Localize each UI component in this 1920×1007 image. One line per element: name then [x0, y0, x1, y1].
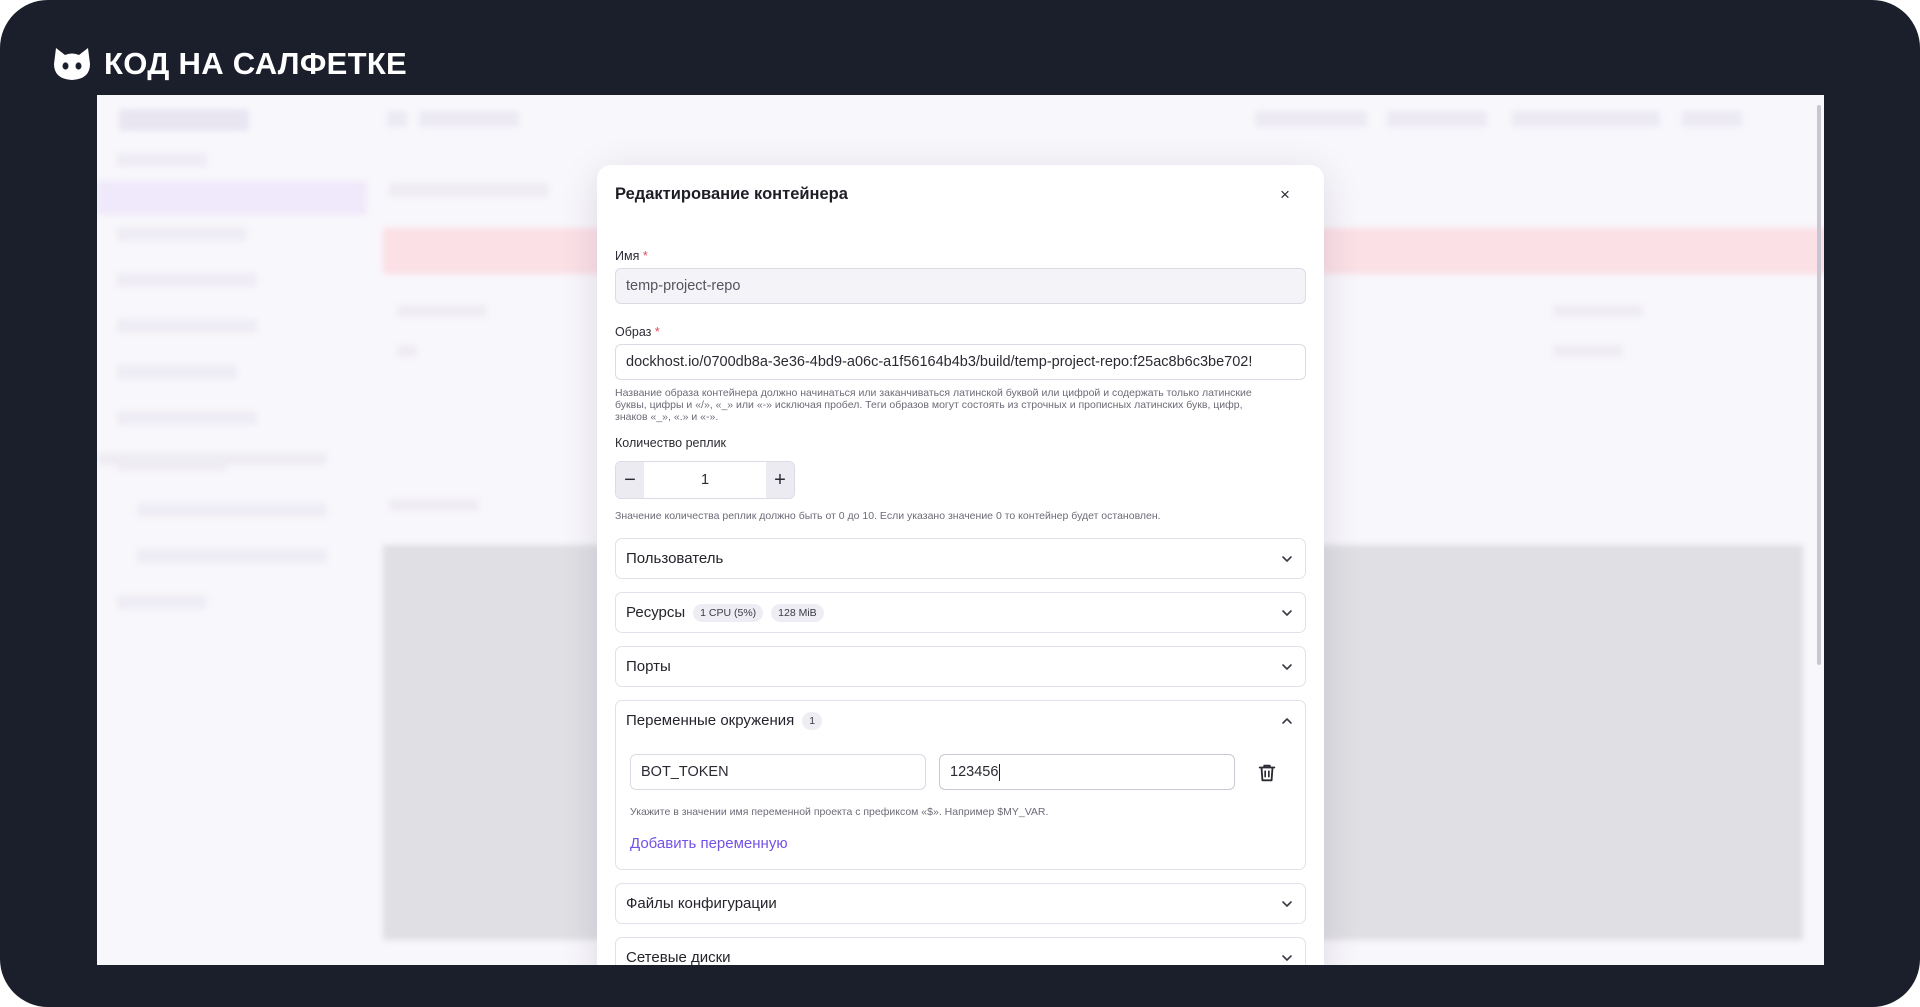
image-field[interactable]: dockhost.io/0700db8a-3e36-4bd9-a06c-a1f5… [615, 344, 1306, 380]
image-hint-line-3: знаков «_», «.» и «-». [615, 411, 719, 423]
image-hint-line-2: буквы, цифры и «/», «_» или «-» исключая… [615, 399, 1243, 411]
cpu-badge: 1 CPU (5%) [693, 603, 764, 622]
replicas-label: Количество реплик [615, 436, 727, 450]
name-label: Имя * [615, 249, 648, 263]
text-caret [999, 763, 1001, 781]
section-title: Порты [626, 658, 671, 675]
add-variable-link[interactable]: Добавить переменную [630, 835, 788, 852]
section-title: Файлы конфигурации [626, 895, 777, 912]
close-button[interactable]: × [1273, 183, 1297, 207]
page-scrollbar[interactable] [1817, 105, 1821, 665]
brand-name: КОД НА САЛФЕТКЕ [104, 46, 408, 81]
section-env: Переменные окружения 1 BOT_TOKEN 123456 … [615, 700, 1306, 870]
presentation-frame: КОД НА САЛФЕТКЕ Редактирование контейнер… [0, 0, 1920, 1007]
section-ports[interactable]: Порты [615, 646, 1306, 687]
env-hint: Укажите в значении имя переменной проект… [630, 806, 1049, 818]
brand: КОД НА САЛФЕТКЕ [52, 44, 407, 84]
section-network-disks[interactable]: Сетевые диски [615, 937, 1306, 965]
chevron-down-icon [1282, 555, 1292, 562]
section-resources[interactable]: Ресурсы 1 CPU (5%) 128 MiB [615, 592, 1306, 633]
chevron-down-icon [1282, 954, 1292, 961]
name-field[interactable]: temp-project-repo [615, 268, 1306, 304]
section-user[interactable]: Пользователь [615, 538, 1306, 579]
env-value-input[interactable]: 123456 [939, 754, 1235, 790]
decrement-button[interactable]: − [616, 462, 644, 498]
section-env-header[interactable]: Переменные окружения 1 [616, 701, 1305, 740]
section-title: Переменные окружения [626, 712, 795, 729]
chevron-down-icon [1282, 900, 1292, 907]
image-label: Образ * [615, 325, 660, 339]
cat-head-icon [54, 48, 90, 80]
replicas-stepper: − 1 + [615, 461, 795, 499]
chevron-down-icon [1282, 663, 1292, 670]
app-screen: Редактирование контейнера × Имя * temp-p… [97, 95, 1824, 965]
memory-badge: 128 MiB [771, 603, 824, 622]
section-config-files[interactable]: Файлы конфигурации [615, 883, 1306, 924]
section-title: Ресурсы [626, 604, 686, 621]
section-title: Пользователь [626, 550, 724, 567]
section-title: Сетевые диски [626, 949, 731, 965]
env-key-input[interactable]: BOT_TOKEN [630, 754, 926, 790]
trash-icon[interactable] [1256, 762, 1278, 784]
replicas-hint: Значение количества реплик должно быть о… [615, 510, 1161, 522]
increment-button[interactable]: + [766, 462, 794, 498]
edit-container-modal: Редактирование контейнера × Имя * temp-p… [597, 165, 1324, 965]
chevron-up-icon [1282, 717, 1292, 724]
replicas-value[interactable]: 1 [644, 462, 766, 498]
env-count-badge: 1 [802, 711, 823, 730]
chevron-down-icon [1282, 609, 1292, 616]
image-hint-line-1: Название образа контейнера должно начина… [615, 387, 1252, 399]
modal-title: Редактирование контейнера [615, 185, 848, 203]
env-variable-row: BOT_TOKEN 123456 [630, 754, 1290, 792]
